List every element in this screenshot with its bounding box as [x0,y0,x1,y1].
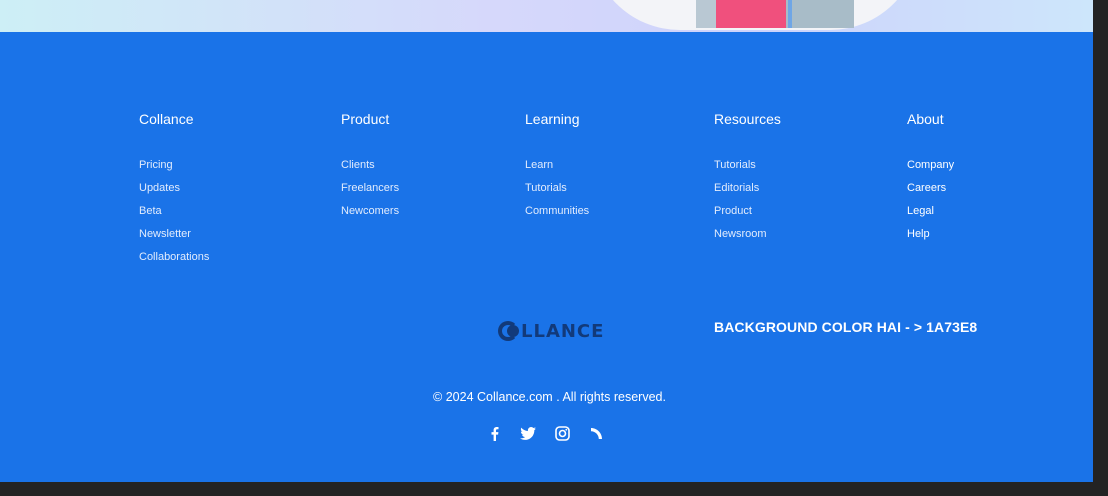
site-footer: Collance Pricing Updates Beta Newsletter… [0,32,1093,482]
copyright-text: © 2024 Collance.com . All rights reserve… [0,390,1093,404]
footer-column-title: Collance [139,111,194,127]
footer-link-legal[interactable]: Legal [907,205,934,217]
twitter-icon[interactable] [520,425,536,441]
footer-link-careers[interactable]: Careers [907,182,946,194]
footer-column-collance: Collance Pricing Updates Beta Newsletter… [139,110,209,273]
footer-link-newcomers[interactable]: Newcomers [341,205,399,217]
footer-link-collaborations[interactable]: Collaborations [139,251,209,263]
footer-link-communities[interactable]: Communities [525,205,589,217]
footer-link-clients[interactable]: Clients [341,159,375,171]
hero-illustration-panel [716,0,786,28]
footer-column-title: Learning [525,111,580,127]
footer-link-pricing[interactable]: Pricing [139,159,173,171]
footer-link-list: Clients Freelancers Newcomers [341,158,399,227]
footer-link-list: Learn Tutorials Communities [525,158,589,227]
hero-illustration-panel [788,0,792,28]
page: Collance Pricing Updates Beta Newsletter… [0,0,1108,496]
footer-link-learn[interactable]: Learn [525,159,553,171]
background-color-note: BACKGROUND COLOR HAI - > 1A73E8 [714,319,978,335]
footer-link-newsletter[interactable]: Newsletter [139,228,191,240]
footer-link-help[interactable]: Help [907,228,930,240]
instagram-icon[interactable] [554,425,570,441]
footer-link-list: Tutorials Editorials Product Newsroom [714,158,781,250]
window-gutter [1093,0,1108,496]
logo-mark-icon [498,320,520,342]
footer-link-editorials[interactable]: Editorials [714,182,759,194]
footer-link-list: Company Careers Legal Help [907,158,954,250]
footer-column-learning: Learning Learn Tutorials Communities [525,110,589,227]
footer-column-about: About Company Careers Legal Help [907,110,954,250]
hero-illustration-panel [786,0,854,28]
facebook-icon[interactable] [486,425,502,441]
logo-wordmark: LLANCE [521,320,605,342]
footer-link-company[interactable]: Company [907,159,954,171]
footer-link-product[interactable]: Product [714,205,752,217]
copyright-label: © 2024 Collance.com . All rights reserve… [433,390,666,404]
social-links [486,425,604,441]
hero-illustration-panel [696,0,716,28]
footer-link-beta[interactable]: Beta [139,205,162,217]
footer-link-list: Pricing Updates Beta Newsletter Collabor… [139,158,209,273]
footer-link-tutorials[interactable]: Tutorials [714,159,756,171]
footer-link-newsroom[interactable]: Newsroom [714,228,767,240]
footer-column-title: Resources [714,111,781,127]
footer-link-updates[interactable]: Updates [139,182,180,194]
footer-link-tutorials[interactable]: Tutorials [525,182,567,194]
collance-logo[interactable]: LLANCE [498,319,604,343]
hero-illustration-strip [0,0,1093,32]
feed-icon[interactable] [588,425,604,441]
footer-column-product: Product Clients Freelancers Newcomers [341,110,399,227]
footer-link-freelancers[interactable]: Freelancers [341,182,399,194]
footer-column-title: Product [341,111,390,127]
footer-column-title: About [907,111,944,127]
footer-column-resources: Resources Tutorials Editorials Product N… [714,110,781,250]
